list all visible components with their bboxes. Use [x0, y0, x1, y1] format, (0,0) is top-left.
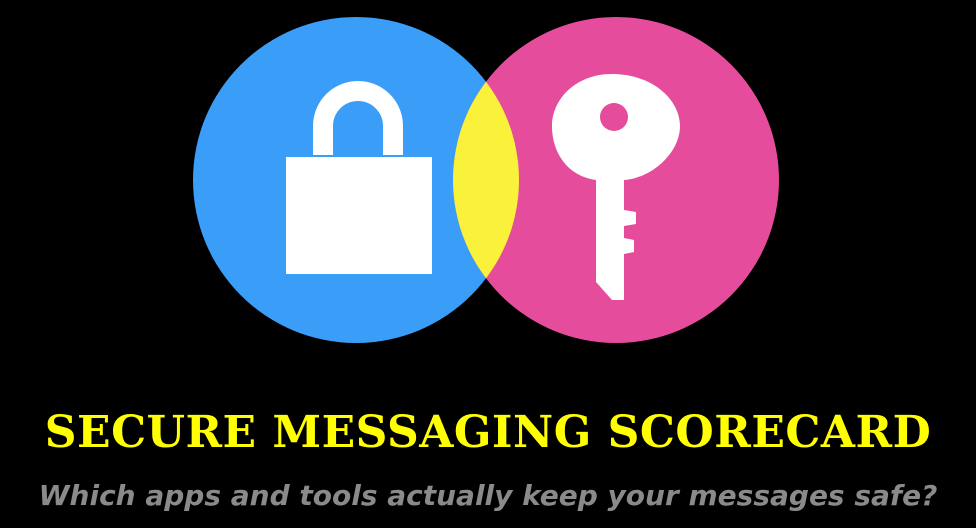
scorecard-logo — [193, 17, 779, 343]
page-title: SECURE MESSAGING SCORECARD — [44, 407, 932, 458]
page-subtitle: Which apps and tools actually keep your … — [38, 479, 938, 512]
